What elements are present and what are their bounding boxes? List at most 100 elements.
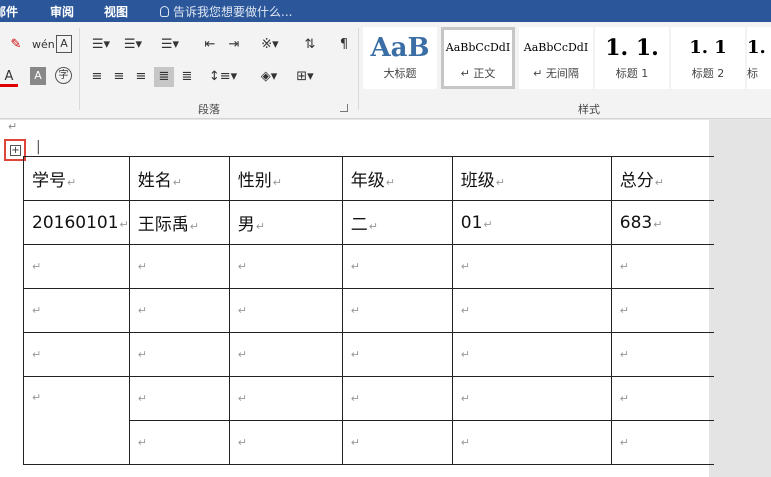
paragraph-group-label: 段落 (198, 103, 220, 116)
table-cell[interactable]: 20160101↵ (23, 200, 130, 245)
ribbon-tab-bar: 邮件 审阅 视图 告诉我您想要做什么... (0, 0, 771, 22)
show-marks-icon[interactable]: ¶ (336, 35, 352, 55)
table-cell[interactable]: ↵ (128, 332, 230, 377)
character-border-icon[interactable]: A (56, 35, 72, 53)
table-cell[interactable]: 01↵ (451, 200, 612, 245)
table-cell[interactable]: ↵ (610, 332, 715, 377)
table-cell[interactable]: ↵ (341, 244, 453, 289)
table-cell[interactable]: ↵ (451, 244, 612, 289)
table-cell[interactable]: ↵ (128, 376, 230, 421)
numbering-icon[interactable]: ☰▾ (120, 35, 146, 55)
table-cell[interactable]: 男↵ (228, 200, 343, 245)
table-cell[interactable]: ↵ (228, 244, 343, 289)
table-cell[interactable]: 683↵ (610, 200, 715, 245)
table-row: ↵ ↵ ↵ ↵ ↵ ↵ (23, 332, 715, 377)
table-cell[interactable]: ↵ (128, 288, 230, 333)
justify-icon[interactable]: ≣ (154, 67, 174, 87)
move-cross-icon: + (10, 145, 21, 156)
table-cell[interactable]: ↵ (610, 244, 715, 289)
header-cell-gender[interactable]: 性别↵ (228, 156, 343, 201)
table-cell[interactable]: ↵ (128, 420, 230, 465)
table-cell[interactable]: ↵ (341, 332, 453, 377)
table-cell[interactable]: ↵ (228, 420, 343, 465)
style-sample: AaBbCcDdI (523, 41, 589, 54)
style-sample: AaB (370, 33, 430, 63)
tab-review[interactable]: 审阅 (50, 3, 74, 20)
clear-format-icon[interactable]: ✎ (6, 35, 26, 55)
document-background (709, 120, 771, 477)
table-row: ↵ ↵ ↵ ↵ ↵ ↵ (23, 376, 715, 465)
line-spacing-icon[interactable]: ↕≡▾ (208, 67, 238, 87)
table-cell[interactable]: ↵ (451, 332, 612, 377)
styles-gallery: AaB 大标题 AaBbCcDdI ↵ 正文 AaBbCcDdI ↵ 无间隔 1… (363, 27, 771, 95)
multilevel-list-icon[interactable]: ☰▾ (156, 35, 184, 55)
bullets-icon[interactable]: ☰▾ (88, 35, 114, 55)
separator (358, 28, 359, 110)
header-cell-grade[interactable]: 年级↵ (341, 156, 453, 201)
style-heading-2[interactable]: 1. 1 标题 2 (671, 27, 745, 89)
character-shading-icon[interactable]: A (30, 67, 46, 85)
header-cell-name[interactable]: 姓名↵ (128, 156, 230, 201)
tell-me-search[interactable]: 告诉我您想要做什么... (160, 3, 292, 20)
table-cell[interactable]: ↵ (610, 288, 715, 333)
tell-me-placeholder: 告诉我您想要做什么... (173, 5, 293, 19)
table-cell[interactable]: ↵ (341, 376, 453, 421)
style-heading-3[interactable]: 1. 标 (747, 27, 771, 89)
table-cell[interactable]: 二↵ (341, 200, 453, 245)
style-title[interactable]: AaB 大标题 (363, 27, 437, 89)
table-cell[interactable]: ↵ (610, 420, 715, 465)
table-cell[interactable]: ↵ (341, 288, 453, 333)
table-cell[interactable]: 王际禹↵ (128, 200, 230, 245)
increase-indent-icon[interactable]: ⇥ (224, 35, 244, 55)
paragraph-mark: ↵ (8, 120, 18, 133)
table-cell[interactable]: ↵ (451, 376, 612, 421)
enclose-characters-icon[interactable]: 字 (55, 67, 72, 84)
align-center-icon[interactable]: ≡ (110, 67, 128, 87)
align-left-icon[interactable]: ≡ (88, 67, 106, 87)
style-normal[interactable]: AaBbCcDdI ↵ 正文 (441, 27, 515, 89)
table-cell[interactable]: ↵ (228, 376, 343, 421)
phonetic-guide-icon[interactable]: wén (32, 35, 55, 55)
table-cell[interactable]: ↵ (23, 288, 130, 333)
text-cursor: | (36, 139, 41, 155)
font-color-icon[interactable]: A (0, 67, 18, 87)
tab-mailings[interactable]: 邮件 (0, 3, 18, 20)
style-sample: 1. (747, 37, 766, 58)
borders-icon[interactable]: ⊞▾ (290, 67, 320, 87)
chinese-layout-icon[interactable]: ※▾ (256, 35, 284, 55)
table-cell[interactable]: ↵ (228, 332, 343, 377)
shading-icon[interactable]: ◈▾ (254, 67, 284, 87)
table-row: ↵ ↵ ↵ ↵ ↵ ↵ (23, 244, 715, 289)
styles-group-label: 样式 (578, 103, 600, 116)
student-table[interactable]: 学号↵ 姓名↵ 性别↵ 年级↵ 班级↵ 总分↵ 20160101↵ 王际禹↵ 男… (23, 156, 715, 465)
align-right-icon[interactable]: ≡ (132, 67, 150, 87)
header-cell-class[interactable]: 班级↵ (451, 156, 612, 201)
table-row: 20160101↵ 王际禹↵ 男↵ 二↵ 01↵ 683↵ (23, 200, 715, 245)
style-name: ↵ 无间隔 (533, 67, 579, 80)
style-no-spacing[interactable]: AaBbCcDdI ↵ 无间隔 (519, 27, 593, 89)
sort-icon[interactable]: ⇅ (300, 35, 320, 55)
decrease-indent-icon[interactable]: ⇤ (200, 35, 220, 55)
header-cell-id[interactable]: 学号↵ (23, 156, 130, 201)
table-cell[interactable]: ↵ (23, 244, 130, 289)
table-cell[interactable]: ↵ (228, 288, 343, 333)
distributed-icon[interactable]: ≣ (178, 67, 196, 87)
lightbulb-icon (160, 6, 169, 17)
separator (79, 28, 80, 110)
ribbon: ✎ wén A A A 字 ☰▾ ☰▾ ☰▾ ⇤ ⇥ ※▾ ⇅ ¶ ≡ ≡ ≡ … (0, 22, 771, 119)
style-sample: AaBbCcDdI (445, 41, 511, 54)
table-cell[interactable]: ↵ (128, 244, 230, 289)
table-cell[interactable]: ↵ (610, 376, 715, 421)
header-cell-total[interactable]: 总分↵ (610, 156, 715, 201)
paragraph-dialog-launcher-icon[interactable] (340, 104, 348, 112)
tab-view[interactable]: 视图 (104, 3, 128, 20)
style-name: ↵ 正文 (460, 67, 496, 80)
table-row: ↵ ↵ ↵ ↵ ↵ ↵ (23, 288, 715, 333)
style-sample: 1. 1. (605, 35, 659, 61)
table-cell[interactable]: ↵ (23, 332, 130, 377)
merged-table-cell[interactable]: ↵ (23, 376, 130, 465)
table-cell[interactable]: ↵ (451, 288, 612, 333)
style-heading-1[interactable]: 1. 1. 标题 1 (595, 27, 669, 89)
table-cell[interactable]: ↵ (341, 420, 453, 465)
table-cell[interactable]: ↵ (451, 420, 612, 465)
